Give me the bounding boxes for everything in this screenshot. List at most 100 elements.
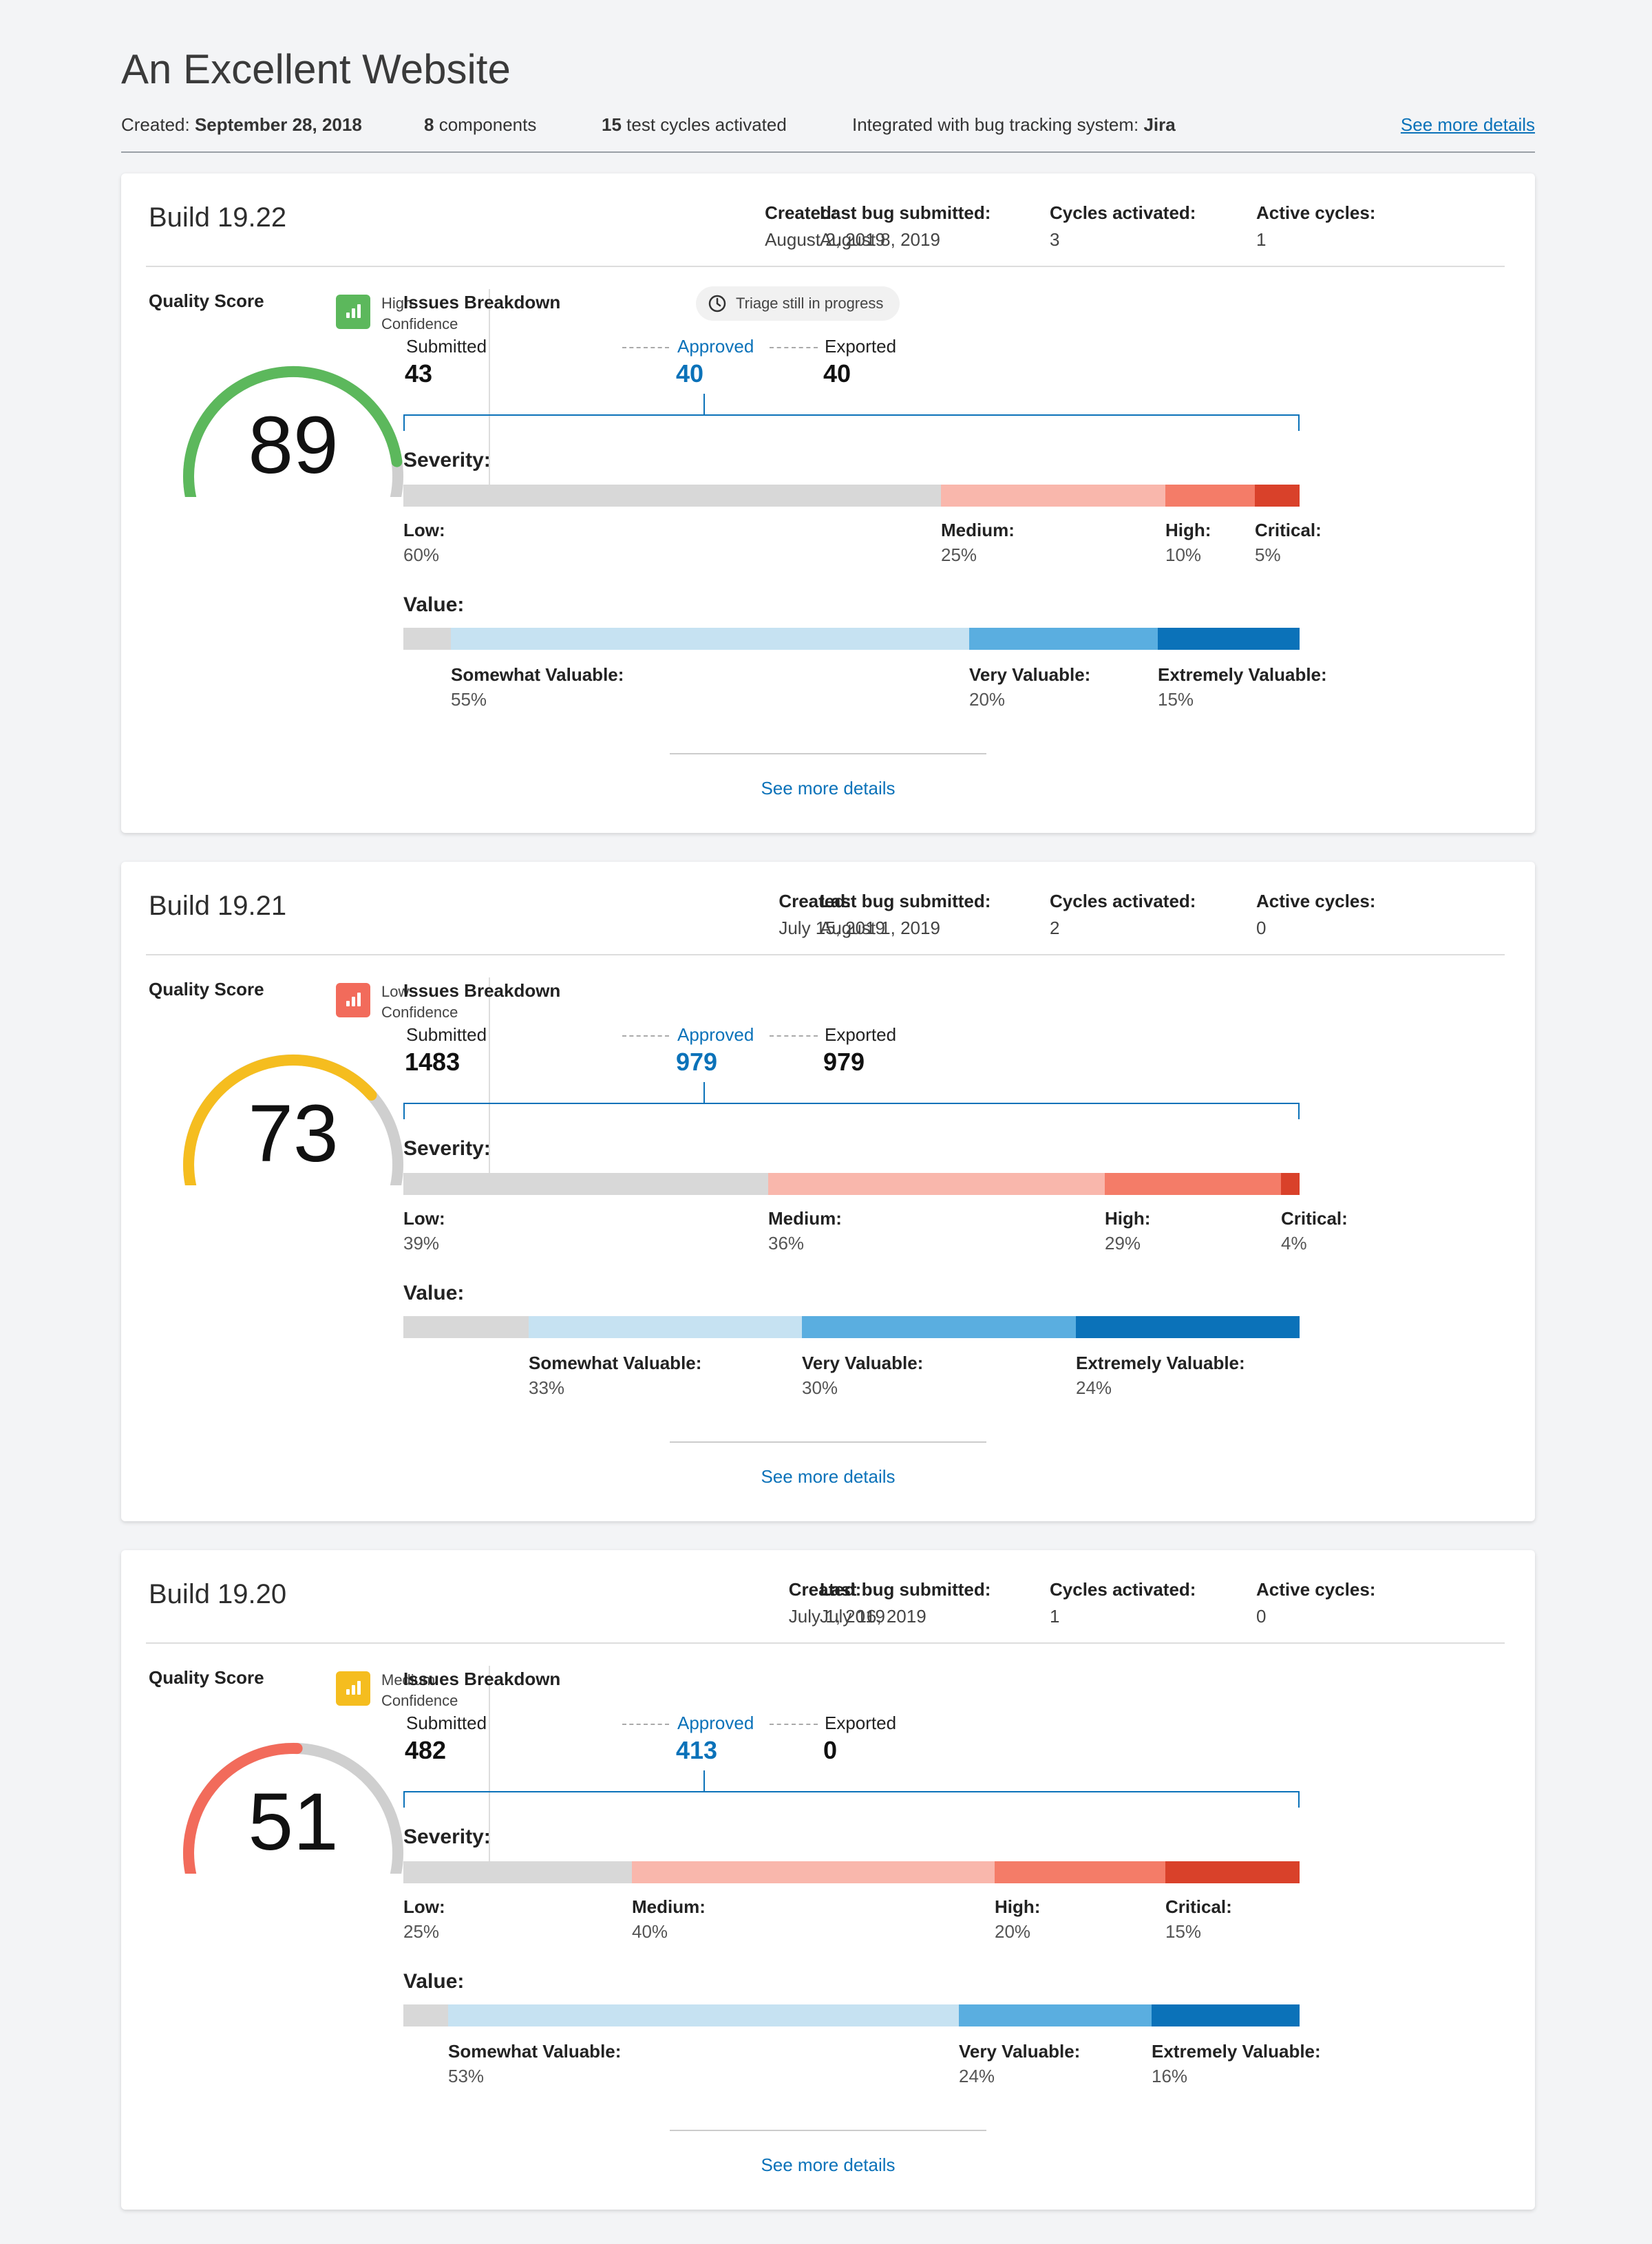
page-title: An Excellent Website [121,46,511,92]
value-segment-percent: 15% [1158,689,1194,710]
severity-segment-name: Low: [403,1896,445,1917]
pipeline-submitted-count: 1483 [405,1048,460,1076]
value-title: Value: [403,593,465,616]
pipeline-connector [770,1035,818,1037]
severity-segment-label: Low: 39% [403,1206,445,1256]
value-segment-label: Very Valuable: 20% [969,662,1090,712]
approved-bracket [403,1103,1300,1119]
value-segment-label: Very Valuable: 24% [959,2039,1080,2088]
value-segment-label: Somewhat Valuable: 55% [451,662,624,712]
bar-chart-icon [336,295,370,329]
build-active-cycles: Active cycles: 0 [1256,1579,1375,1627]
header-divider [146,954,1505,955]
quality-score-label: Quality Score [149,979,264,999]
severity-segment-percent: 60% [403,544,440,565]
quality-score-value: 73 [248,1088,339,1179]
severity-segment-percent: 29% [1105,1233,1141,1253]
severity-segment-label: High: 10% [1165,518,1211,567]
severity-segment-label: Low: 25% [403,1894,445,1944]
build-last-bug-label: Last bug submitted: [820,891,991,911]
value-segment-name: Somewhat Valuable: [451,664,624,685]
severity-segment-name: Medium: [941,520,1015,540]
build-card: Build 19.20 Created: July 1, 2019 Last bug … [121,1550,1535,2210]
build-card: Build 19.22 Created: August 2, 2019 Last bu… [121,173,1535,833]
severity-segment [403,485,941,507]
value-segment-percent: 16% [1152,2066,1188,2086]
severity-segment-percent: 5% [1255,544,1281,565]
triage-text: Triage still in progress [736,295,884,312]
severity-segment-name: Medium: [632,1896,706,1917]
value-segment [969,628,1158,650]
value-segment-label: Extremely Valuable: 15% [1158,662,1327,712]
approved-bracket [403,414,1300,431]
build-card: Build 19.21 Created: July 15, 2019 Last bug… [121,862,1535,1521]
severity-title: Severity: [403,1137,491,1160]
pipeline-exported-count: 0 [823,1736,838,1764]
severity-segment [941,485,1165,507]
value-bar [403,2004,1300,2026]
see-more-details-link[interactable]: See more details [121,1466,1535,1488]
issues-breakdown-label: Issues Breakdown [403,1669,561,1689]
footer-divider [670,753,986,754]
build-title: Build 19.21 [149,891,287,921]
severity-segment-percent: 40% [632,1921,668,1942]
value-bar [403,1316,1300,1338]
build-active-cycles-label: Active cycles: [1256,891,1376,911]
pipeline-submitted-label: Submitted [406,336,487,357]
severity-segment-label: High: 29% [1105,1206,1150,1256]
footer-divider [670,2130,986,2131]
value-segment-name: Somewhat Valuable: [529,1353,702,1373]
see-more-details-link[interactable]: See more details [121,778,1535,799]
severity-segment-percent: 36% [768,1233,805,1253]
value-segment-label: Somewhat Valuable: 33% [529,1351,701,1400]
site-details-link[interactable]: See more details [1401,114,1535,136]
value-title: Value: [403,1970,465,1993]
build-last-bug-label: Last bug submitted: [820,202,991,223]
value-segment-label: Extremely Valuable: 16% [1152,2039,1321,2088]
bar-chart-icon [336,1671,370,1706]
issues-breakdown-label: Issues Breakdown [403,980,561,1001]
severity-segment [632,1861,995,1883]
value-segment-percent: 30% [802,1377,838,1398]
value-segment [1158,628,1300,650]
severity-segment-label: Medium: 40% [632,1894,706,1944]
severity-segment [403,1861,632,1883]
quality-score-label: Quality Score [149,290,264,311]
value-segment-percent: 24% [1076,1377,1112,1398]
see-more-details-link[interactable]: See more details [121,2155,1535,2176]
build-last-bug-value: July 16, 2019 [820,1606,926,1627]
quality-score-label: Quality Score [149,1667,264,1688]
value-segment-percent: 24% [959,2066,995,2086]
build-last-bug: Last bug submitted: August 1, 2019 [820,891,991,939]
build-active-cycles: Active cycles: 0 [1256,891,1375,939]
value-segment-percent: 33% [529,1377,565,1398]
pipeline-connector [770,1724,818,1725]
build-active-cycles-value: 0 [1256,1606,1267,1627]
value-segment [802,1316,1076,1338]
pipeline-connector [770,347,818,348]
bar-chart-icon [336,983,370,1017]
site-created: Created: September 28, 2018 [121,114,362,135]
severity-segment-percent: 4% [1281,1233,1307,1253]
value-segment [959,2004,1152,2026]
severity-segment-name: Low: [403,1208,445,1229]
pipeline-approved-label: Approved [677,1713,754,1733]
severity-segment-label: High: 20% [995,1894,1040,1944]
build-cycles-activated-value: 1 [1050,1606,1060,1627]
approved-bracket-stem [703,394,705,416]
value-segment [451,628,969,650]
confidence-label: Confidence [381,1692,458,1709]
severity-segment-percent: 39% [403,1233,440,1253]
value-segment-name: Very Valuable: [959,2041,1081,2062]
value-segment [403,628,451,650]
build-last-bug-label: Last bug submitted: [820,1579,991,1600]
build-last-bug: Last bug submitted: July 16, 2019 [820,1579,991,1627]
value-segment-percent: 53% [448,2066,485,2086]
severity-title: Severity: [403,449,491,472]
value-segment-percent: 55% [451,689,487,710]
severity-segment-name: High: [1165,520,1211,540]
severity-segment-name: Critical: [1255,520,1322,540]
confidence-label: Confidence [381,1004,458,1021]
value-bar [403,628,1300,650]
severity-bar [403,485,1300,507]
